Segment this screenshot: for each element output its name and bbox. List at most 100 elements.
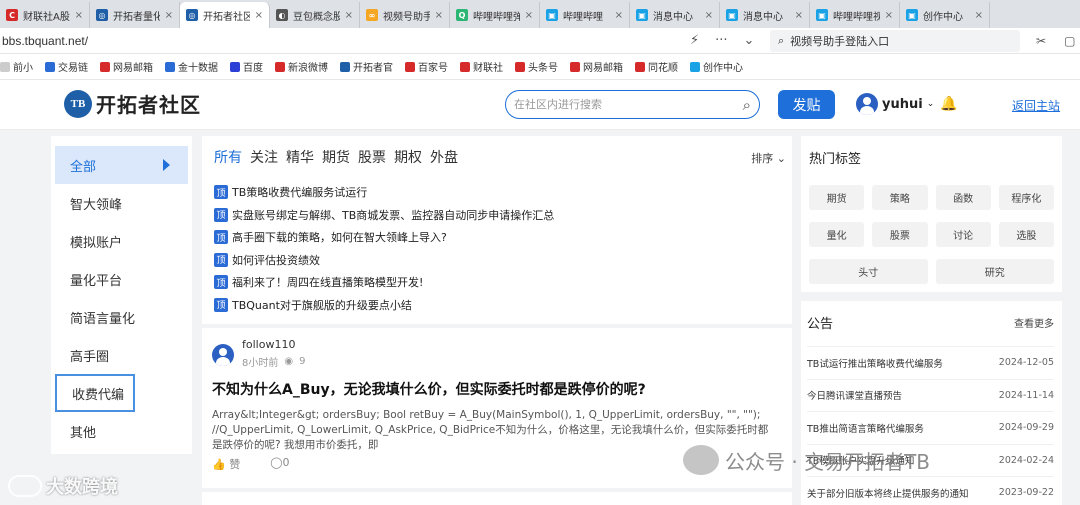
- pinned-post[interactable]: 顶 TB策略收费代编服务试运行: [214, 181, 780, 204]
- sidebar-item[interactable]: 其他: [55, 412, 188, 450]
- bookmark-item[interactable]: 百度: [230, 59, 263, 74]
- hot-tag[interactable]: 期货: [809, 185, 865, 210]
- site-search-input[interactable]: [514, 98, 743, 111]
- pinned-post[interactable]: 顶实盘账号绑定与解绑、TB商城发票、监控器自动同步申请操作汇总: [214, 204, 780, 227]
- bookmark-item[interactable]: 头条号: [515, 59, 558, 74]
- notice-more-link[interactable]: 查看更多: [1014, 315, 1054, 330]
- like-button[interactable]: 👍 赞: [212, 456, 240, 472]
- close-icon[interactable]: ×: [345, 10, 353, 21]
- tab-category[interactable]: 精华: [286, 147, 314, 167]
- close-icon[interactable]: ×: [525, 10, 533, 21]
- browser-tab[interactable]: ◐ 豆包概念股 ×: [270, 2, 360, 28]
- bookmark-item[interactable]: 财联社: [460, 59, 503, 74]
- hot-tag[interactable]: 股票: [872, 222, 928, 247]
- pinned-post[interactable]: 顶福利来了！周四在线直播策略模型开发!: [214, 271, 780, 294]
- chevron-down-icon[interactable]: ⌄: [744, 33, 755, 48]
- sidebar-item[interactable]: 模拟账户: [55, 222, 188, 260]
- bookmark-item[interactable]: 网易邮箱: [100, 59, 153, 74]
- back-home-link[interactable]: 返回主站: [1012, 97, 1060, 114]
- tab-category[interactable]: 所有: [214, 147, 242, 167]
- pinned-post[interactable]: 顶如何评估投资绩效: [214, 249, 780, 272]
- bookmark-item[interactable]: 交易链: [45, 59, 88, 74]
- close-icon[interactable]: ×: [705, 10, 713, 21]
- browser-tab[interactable]: ◎ 开拓者量化 ×: [90, 2, 180, 28]
- close-icon[interactable]: ×: [165, 10, 173, 21]
- browser-tab[interactable]: ∞ 视频号助手 ×: [360, 2, 450, 28]
- more-icon[interactable]: ···: [715, 33, 727, 48]
- eye-icon: ◉: [284, 356, 294, 367]
- site-logo[interactable]: TB 开拓者社区: [64, 89, 201, 118]
- hot-tag[interactable]: 研究: [935, 259, 1054, 284]
- bookmark-item[interactable]: 百家号: [405, 59, 448, 74]
- bell-icon[interactable]: 🔔: [940, 96, 957, 112]
- sidebar-item[interactable]: 量化平台: [55, 260, 188, 298]
- post-username[interactable]: follow110: [242, 338, 305, 351]
- tab-category[interactable]: 外盘: [430, 147, 458, 167]
- bookmark-item[interactable]: 开拓者官: [340, 59, 393, 74]
- bookmark-label: 百家号: [418, 63, 448, 74]
- tab-category[interactable]: 关注: [250, 147, 278, 167]
- browser-tab[interactable]: ▣ 创作中心 ×: [900, 2, 990, 28]
- hot-tag[interactable]: 选股: [998, 222, 1054, 247]
- hot-tag[interactable]: 函数: [935, 185, 991, 210]
- notice-item[interactable]: TB试运行推出策略收费代编服务 2024-12-05: [807, 346, 1054, 379]
- bookmark-item[interactable]: 网易邮箱: [570, 59, 623, 74]
- sidebar-item[interactable]: 智大领峰: [55, 184, 188, 222]
- pinned-post-title: 实盘账号绑定与解绑、TB商城发票、监控器自动同步申请操作汇总: [232, 208, 555, 222]
- hot-tag[interactable]: 量化: [809, 222, 865, 247]
- close-icon[interactable]: ×: [615, 10, 623, 21]
- tab-category[interactable]: 期货: [322, 147, 350, 167]
- hot-tag[interactable]: 讨论: [935, 222, 991, 247]
- bookmark-item[interactable]: 金十数据: [165, 59, 218, 74]
- feed-top: 所有 关注 精华 期货 股票 期权 外盘 排序 ⌄ 顶 TB策略收费代编服务试运行顶实盘账号绑…: [202, 136, 792, 324]
- bookmark-item[interactable]: 前小: [0, 59, 33, 74]
- browser-tab[interactable]: ▣ 消息中心 ×: [720, 2, 810, 28]
- post-avatar[interactable]: [212, 344, 234, 366]
- bookmark-item[interactable]: 新浪微博: [275, 59, 328, 74]
- browser-search-box[interactable]: ⌕ 视频号助手登陆入口: [770, 29, 1020, 52]
- pinned-post[interactable]: 顶 TBQuant对于旗舰版的升级要点小结: [214, 294, 780, 317]
- close-icon[interactable]: ×: [795, 10, 803, 21]
- search-icon[interactable]: ⌕: [743, 96, 751, 114]
- browser-tab[interactable]: ▣ 消息中心 ×: [630, 2, 720, 28]
- sort-dropdown[interactable]: 排序 ⌄: [751, 150, 786, 166]
- hot-tag[interactable]: 头寸: [809, 259, 928, 284]
- sidebar-item[interactable]: 全部: [55, 146, 188, 184]
- sidebar-item[interactable]: 简语言量化: [55, 298, 188, 336]
- bookmark-item[interactable]: 创作中心: [690, 59, 743, 74]
- tab-category[interactable]: 期权: [394, 147, 422, 167]
- browser-tab[interactable]: ▣ 哔哩哔哩视 ×: [810, 2, 900, 28]
- sidebar-item[interactable]: 收费代编: [55, 374, 135, 412]
- pinned-post[interactable]: 顶高手圈下载的策略，如何在智大领峰上导入?: [214, 226, 780, 249]
- pin-badge: 顶: [214, 230, 228, 245]
- close-icon[interactable]: ×: [975, 10, 983, 21]
- comment-button[interactable]: ◯0: [270, 456, 289, 472]
- user-menu[interactable]: yuhui ⌄: [856, 93, 934, 115]
- lightning-icon[interactable]: ⚡: [690, 33, 699, 48]
- notice-item[interactable]: 今日腾讯课堂直播预告 2024-11-14: [807, 378, 1054, 412]
- scissors-icon[interactable]: ✂: [1036, 34, 1046, 48]
- close-icon[interactable]: ×: [435, 10, 443, 21]
- post-title[interactable]: 不知为什么A_Buy，无论我填什么价，但实际委托时都是跌停价的呢?: [212, 379, 782, 399]
- tab-favicon-icon: ▣: [546, 9, 558, 21]
- bookmark-item[interactable]: 同花顺: [635, 59, 678, 74]
- browser-tab[interactable]: ◎ 开拓者社区 ×: [180, 2, 270, 28]
- sidebar-item[interactable]: 高手圈: [55, 336, 188, 374]
- url-field[interactable]: bbs.tbquant.net/: [0, 34, 690, 48]
- close-icon[interactable]: ×: [255, 10, 263, 21]
- browser-tab[interactable]: Q 哔哩哔哩弹幕 ×: [450, 2, 540, 28]
- hot-tag[interactable]: 程序化: [998, 185, 1054, 210]
- post-header: follow110 8小时前 ◉ 9: [212, 338, 782, 369]
- notice-item-title: TB推出简语言策略代编服务: [807, 423, 924, 435]
- tab-category[interactable]: 股票: [358, 147, 386, 167]
- sidebar-item-label: 收费代编: [72, 387, 125, 403]
- hot-tag[interactable]: 策略: [872, 185, 928, 210]
- notice-item[interactable]: TB推出简语言策略代编服务 2024-09-29: [807, 411, 1054, 444]
- browser-tab[interactable]: C 财联社A股 ×: [0, 2, 90, 28]
- notice-item[interactable]: 关于部分旧版本将终止提供服务的通知 2023-09-22: [807, 476, 1054, 505]
- post-button[interactable]: 发贴: [778, 90, 835, 119]
- extension-icon[interactable]: ▢: [1064, 34, 1075, 48]
- close-icon[interactable]: ×: [75, 10, 83, 21]
- browser-tab[interactable]: ▣ 哔哩哔哩 ×: [540, 2, 630, 28]
- close-icon[interactable]: ×: [885, 10, 893, 21]
